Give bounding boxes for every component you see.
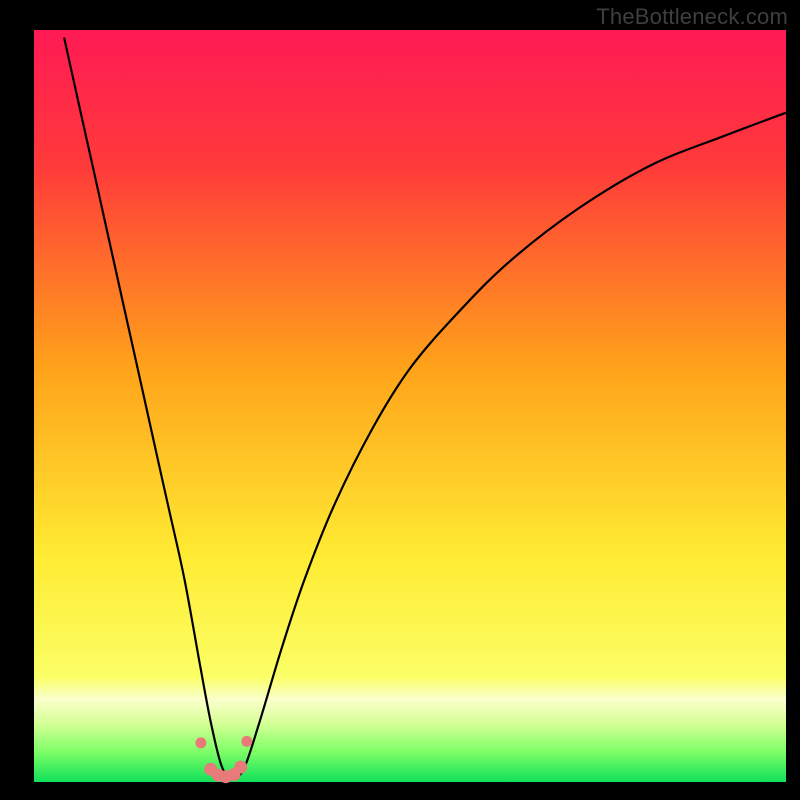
watermark-text: TheBottleneck.com xyxy=(596,4,788,30)
chart-frame: TheBottleneck.com xyxy=(0,0,800,800)
curve-svg xyxy=(34,30,786,782)
highlight-markers xyxy=(195,736,252,783)
marker-dot xyxy=(195,737,206,748)
plot-area xyxy=(34,30,786,782)
bottleneck-curve xyxy=(64,38,786,779)
marker-dot xyxy=(241,736,252,747)
marker-dot xyxy=(234,761,247,774)
